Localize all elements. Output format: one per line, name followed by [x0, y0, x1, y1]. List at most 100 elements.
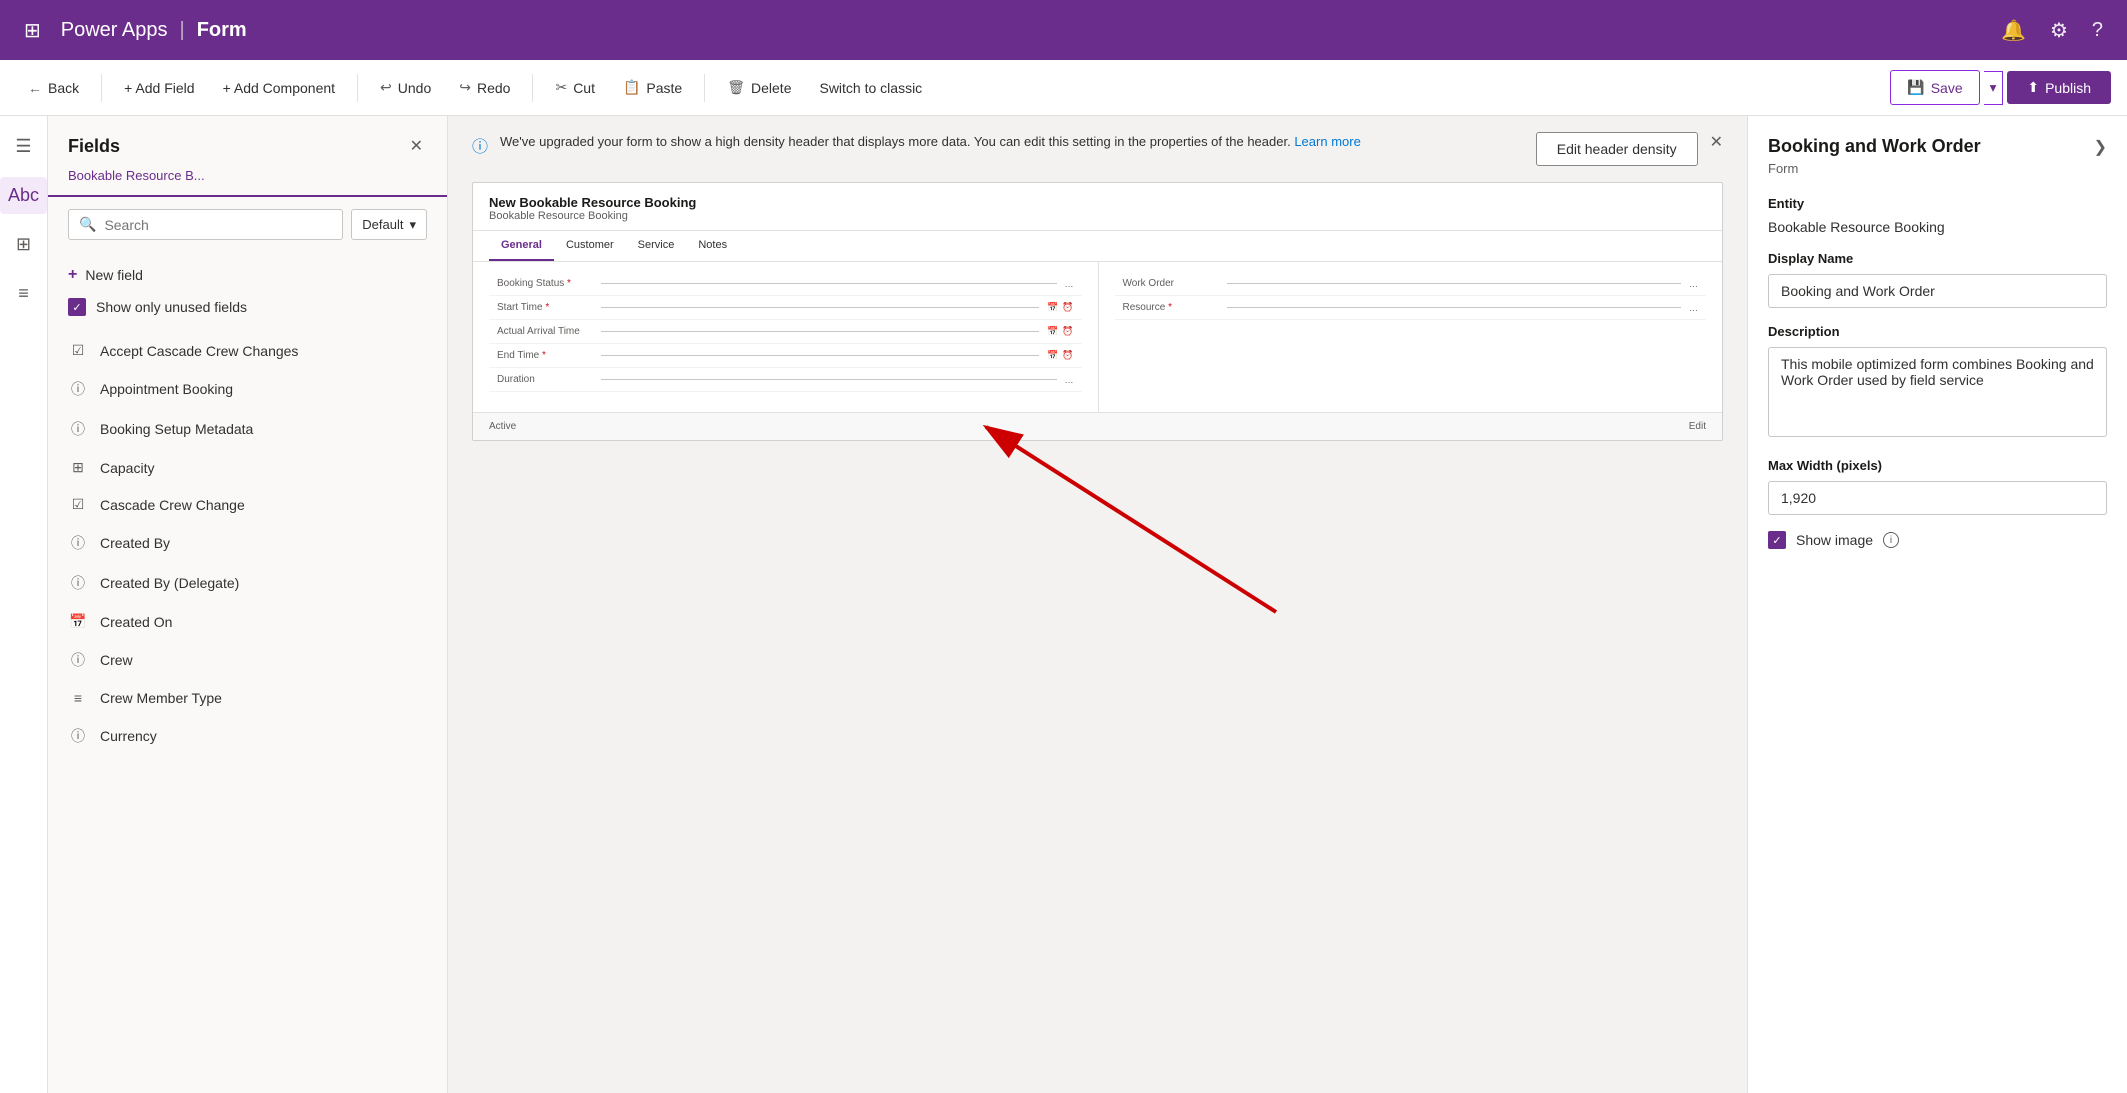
checkbox-icon: ☑: [68, 342, 88, 359]
form-field-end-time: End Time * 📅⏰: [489, 344, 1082, 368]
tab-general[interactable]: General: [489, 231, 554, 261]
show-unused-row: ✓ Show only unused fields: [68, 298, 427, 316]
brand-name: Power Apps: [61, 19, 168, 42]
save-dropdown-button[interactable]: ▾: [1984, 71, 2004, 105]
new-field-label: New field: [85, 267, 143, 283]
cut-label: Cut: [573, 80, 595, 96]
add-field-button[interactable]: + Add Field: [112, 74, 206, 102]
search-icon: 🔍: [79, 216, 96, 233]
add-component-button[interactable]: + Add Component: [211, 74, 347, 102]
tab-service[interactable]: Service: [626, 231, 687, 261]
chevron-down-icon: ▾: [409, 217, 416, 233]
display-name-label: Display Name: [1768, 251, 2107, 266]
layers-icon[interactable]: ≡: [10, 275, 37, 312]
form-right-column: Work Order … Resource * …: [1098, 262, 1723, 412]
gear-icon[interactable]: ⚙: [2050, 18, 2068, 43]
list-item[interactable]: ⓘ Crew: [48, 640, 447, 680]
right-panel-title: Booking and Work Order: [1768, 136, 1981, 157]
back-label: Back: [48, 80, 79, 96]
main-layout: ☰ Abc ⊞ ≡ Fields ✕ Bookable Resource B..…: [0, 116, 2127, 1093]
description-label: Description: [1768, 324, 2107, 339]
tab-customer[interactable]: Customer: [554, 231, 626, 261]
show-unused-label: Show only unused fields: [96, 299, 247, 315]
hamburger-icon[interactable]: ☰: [7, 128, 39, 165]
list-item[interactable]: ⓘ Appointment Booking: [48, 369, 447, 409]
list-item[interactable]: ☑ Cascade Crew Change: [48, 486, 447, 523]
edit-header-density-button[interactable]: Edit header density: [1536, 132, 1698, 166]
search-input[interactable]: [104, 217, 332, 233]
paste-icon: 📋: [623, 79, 640, 96]
form-field-start-time: Start Time * 📅⏰: [489, 296, 1082, 320]
form-preview-container: New Bookable Resource Booking Bookable R…: [448, 182, 1747, 465]
top-nav: ⊞ Power Apps | Form 🔔 ⚙ ?: [0, 0, 2127, 60]
apps-icon[interactable]: ⊞: [24, 18, 41, 43]
switch-classic-button[interactable]: Switch to classic: [807, 74, 934, 102]
form-field-booking-status: Booking Status * …: [489, 272, 1082, 296]
show-image-label: Show image: [1796, 532, 1873, 548]
undo-button[interactable]: ↩ Undo: [368, 73, 443, 102]
save-label: Save: [1931, 80, 1963, 96]
new-field-button[interactable]: + New field: [68, 260, 427, 290]
fields-close-button[interactable]: ✕: [406, 132, 427, 160]
list-item[interactable]: ⓘ Currency: [48, 716, 447, 756]
max-width-input[interactable]: [1768, 481, 2107, 515]
learn-more-link[interactable]: Learn more: [1294, 134, 1360, 149]
info-icon: ⓘ: [68, 726, 88, 746]
info-close-icon[interactable]: ✕: [1710, 132, 1723, 152]
list-item[interactable]: ⓘ Created By: [48, 523, 447, 563]
field-name: Booking Setup Metadata: [100, 421, 253, 437]
field-name: Accept Cascade Crew Changes: [100, 343, 298, 359]
field-name: Created By (Delegate): [100, 575, 239, 591]
publish-label: Publish: [2045, 80, 2091, 96]
form-preview: New Bookable Resource Booking Bookable R…: [472, 182, 1723, 441]
redo-label: Redo: [477, 80, 510, 96]
show-image-checkbox[interactable]: ✓: [1768, 531, 1786, 549]
left-sidebar: ☰ Abc ⊞ ≡: [0, 116, 48, 1093]
publish-icon: ⬆: [2027, 79, 2039, 96]
dashboard-icon[interactable]: ⊞: [8, 226, 39, 263]
delete-button[interactable]: 🗑 Delete: [715, 73, 803, 102]
right-panel: Booking and Work Order ❯ Form Entity Boo…: [1747, 116, 2127, 1093]
display-name-input[interactable]: [1768, 274, 2107, 308]
list-item[interactable]: ⓘ Booking Setup Metadata: [48, 409, 447, 449]
form-footer: Active Edit: [473, 412, 1722, 440]
form-preview-header: New Bookable Resource Booking Bookable R…: [473, 183, 1722, 231]
form-field-work-order: Work Order …: [1115, 272, 1707, 296]
fields-entity-name: Bookable Resource B...: [48, 168, 447, 197]
description-textarea[interactable]: This mobile optimized form combines Book…: [1768, 347, 2107, 437]
paste-button[interactable]: 📋 Paste: [611, 73, 694, 102]
tab-notes[interactable]: Notes: [686, 231, 739, 261]
redo-button[interactable]: ↪ Redo: [447, 73, 522, 102]
grid-icon: ⊞: [68, 459, 88, 476]
save-button[interactable]: 💾 Save: [1890, 70, 1979, 105]
plus-icon: +: [68, 266, 77, 284]
help-icon[interactable]: ?: [2092, 19, 2103, 42]
list-item[interactable]: ≡ Crew Member Type: [48, 680, 447, 716]
list-item[interactable]: ⓘ Created By (Delegate): [48, 563, 447, 603]
info-banner-text: We've upgraded your form to show a high …: [500, 134, 1291, 149]
text-icon[interactable]: Abc: [0, 177, 47, 214]
fields-panel-title: Fields: [68, 136, 120, 157]
back-button[interactable]: ← Back: [16, 74, 91, 102]
field-name: Capacity: [100, 460, 154, 476]
form-left-column: Booking Status * … Start Time * 📅⏰ Actua…: [473, 262, 1098, 412]
divider-3: [532, 74, 533, 102]
cut-button[interactable]: ✂ Cut: [543, 73, 607, 102]
delete-label: Delete: [751, 80, 791, 96]
form-preview-tabs: General Customer Service Notes: [473, 231, 1722, 262]
back-icon: ←: [28, 80, 42, 96]
right-panel-chevron-icon[interactable]: ❯: [2094, 137, 2107, 157]
form-preview-subtitle: Bookable Resource Booking: [489, 210, 1706, 222]
publish-button[interactable]: ⬆ Publish: [2007, 71, 2111, 104]
list-item[interactable]: ⊞ Capacity: [48, 449, 447, 486]
show-image-info-icon[interactable]: i: [1883, 532, 1899, 548]
list-item[interactable]: ☑ Accept Cascade Crew Changes: [48, 332, 447, 369]
list-item[interactable]: 📅 Created On: [48, 603, 447, 640]
bell-icon[interactable]: 🔔: [2001, 18, 2026, 43]
default-dropdown[interactable]: Default ▾: [351, 209, 427, 240]
search-box: 🔍: [68, 209, 343, 240]
info-icon: ⓘ: [68, 379, 88, 399]
show-unused-checkbox[interactable]: ✓: [68, 298, 86, 316]
divider-1: [101, 74, 102, 102]
field-name: Cascade Crew Change: [100, 497, 245, 513]
